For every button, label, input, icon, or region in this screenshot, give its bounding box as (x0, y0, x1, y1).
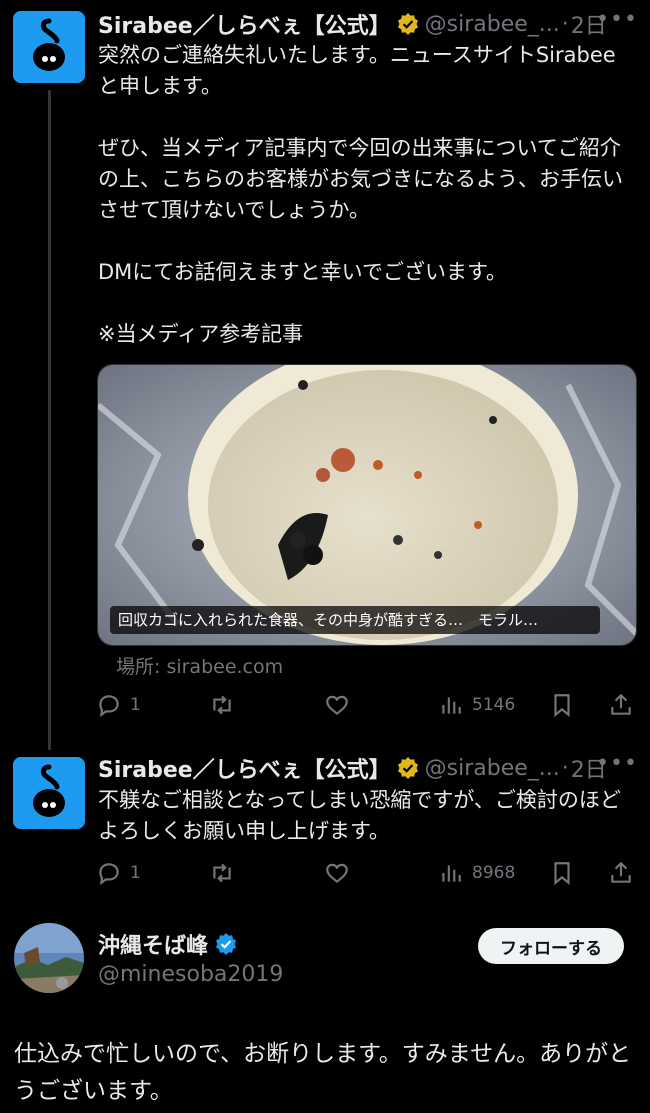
verified-gold-icon (397, 757, 418, 779)
bookmark-icon (554, 694, 570, 718)
share-icon (611, 693, 631, 715)
verified-blue-icon (216, 933, 237, 955)
retweet-icon (213, 695, 231, 715)
reply-icon (99, 695, 119, 718)
reply-author: 沖縄そば峰 (98, 928, 238, 960)
author-name[interactable]: 沖縄そば峰 (98, 928, 208, 960)
separator-dot: · (561, 11, 569, 37)
author-handle[interactable]: @sirabee_... (425, 12, 560, 37)
more-icon[interactable]: ••• (596, 7, 638, 32)
avatar-photo (14, 923, 84, 993)
author-handle[interactable]: @minesoba2019 (98, 962, 283, 987)
views-icon (442, 865, 461, 882)
retweet-icon (213, 863, 231, 883)
reply-icon (99, 863, 119, 886)
views-button[interactable]: 8968 (438, 856, 515, 890)
reply-button[interactable]: 1 (96, 688, 141, 722)
share-button[interactable] (608, 688, 634, 722)
reply-button[interactable]: 1 (96, 856, 141, 890)
more-icon[interactable]: ••• (596, 751, 638, 776)
views-icon (442, 697, 461, 714)
share-button[interactable] (608, 856, 634, 890)
reply-count: 1 (130, 863, 141, 883)
views-button[interactable]: 5146 (438, 688, 515, 722)
tweet2-text: 不躾なご相談となってしまい恐縮ですが、ご検討のほどよろしくお願い申し上げます。 (98, 788, 621, 843)
author-name[interactable]: Sirabee／しらべぇ【公式】 (98, 752, 391, 784)
follow-button[interactable]: フォローする (478, 928, 624, 964)
card-image (98, 365, 636, 645)
separator-dot: · (561, 755, 569, 781)
retweet-button[interactable] (209, 856, 235, 890)
tweet1-header: Sirabee／しらべぇ【公式】 @sirabee_... · 2日 ••• (98, 7, 638, 41)
tweet1-text: 突然のご連絡失礼いたします。ニュースサイトSirabeeと申します。 ぜひ、当メ… (98, 43, 623, 346)
tweet2-header: Sirabee／しらべぇ【公式】 @sirabee_... · 2日 ••• (98, 751, 638, 785)
sirabee-avatar[interactable] (13, 757, 85, 829)
like-button[interactable] (324, 856, 350, 890)
minesoba-avatar[interactable] (14, 923, 84, 993)
like-icon (326, 695, 348, 716)
link-card[interactable] (97, 364, 637, 646)
views-count: 5146 (472, 695, 516, 715)
card-source[interactable]: 場所: sirabee.com (116, 652, 283, 679)
reply-count: 1 (130, 695, 141, 715)
sirabee-logo-icon (13, 11, 85, 83)
verified-gold-icon (397, 13, 418, 35)
card-caption: 回収カゴに入れられた食器、その中身が酷すぎる… モラル… (110, 606, 600, 634)
retweet-button[interactable] (209, 688, 235, 722)
author-handle[interactable]: @sirabee_... (425, 756, 560, 781)
bookmark-icon (554, 862, 570, 886)
author-name[interactable]: Sirabee／しらべぇ【公式】 (98, 8, 391, 40)
sirabee-logo-icon (13, 757, 85, 829)
like-button[interactable] (324, 688, 350, 722)
share-icon (611, 861, 631, 883)
like-icon (326, 863, 348, 884)
reply-text: 仕込みで忙しいので、お断りします。すみません。ありがとうございます。 (14, 1041, 632, 1104)
bookmark-button[interactable] (549, 688, 575, 722)
tweet2-actions: 1 8968 (96, 856, 636, 890)
thread-line (48, 90, 51, 750)
bookmark-button[interactable] (549, 856, 575, 890)
tweet1-actions: 1 5146 (96, 688, 636, 722)
views-count: 8968 (472, 863, 516, 883)
sirabee-avatar[interactable] (13, 11, 85, 83)
